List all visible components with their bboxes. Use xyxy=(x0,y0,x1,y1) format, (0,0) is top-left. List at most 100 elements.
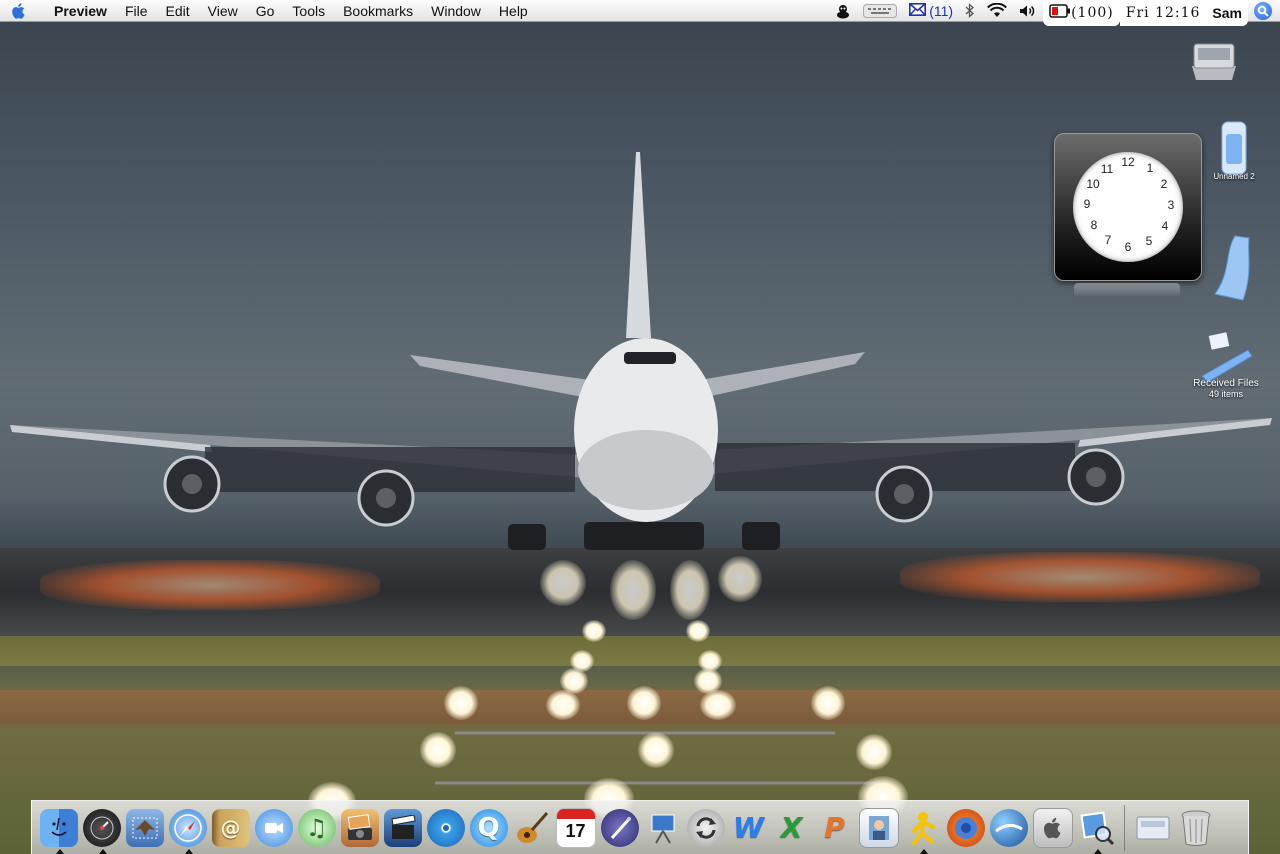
dock-google-earth-icon[interactable] xyxy=(989,808,1028,847)
mail-unread-count: (11) xyxy=(929,2,954,19)
runway-light xyxy=(718,556,762,602)
runway-light xyxy=(811,686,845,720)
menu-extras: (11) (100) Fri 12:16 Sam xyxy=(829,0,1280,26)
running-indicator xyxy=(55,848,64,854)
dock-quicktime-icon[interactable]: Q xyxy=(469,808,508,847)
menu-window[interactable]: Window xyxy=(422,0,490,22)
dock-preview-icon[interactable] xyxy=(1078,809,1116,854)
menu-go[interactable]: Go xyxy=(247,0,284,22)
dock-itunes-icon[interactable]: ♫ xyxy=(297,808,336,847)
dock-finder-icon[interactable] xyxy=(39,808,78,854)
menu-tools[interactable]: Tools xyxy=(283,0,334,22)
dock-address-book-icon[interactable]: @ xyxy=(211,808,250,847)
clock-number: 5 xyxy=(1145,234,1153,248)
ical-date-badge: 17 xyxy=(565,820,586,841)
dock-photo-booth-icon[interactable] xyxy=(858,807,899,848)
battery-icon xyxy=(1049,4,1071,21)
drive-icon xyxy=(1221,121,1247,175)
dock-ichat-icon[interactable] xyxy=(254,808,293,847)
dock: @ ♫ Q 17 W X P xyxy=(31,800,1249,854)
dock-garageband-icon[interactable] xyxy=(513,809,551,847)
menu-file[interactable]: File xyxy=(116,0,157,22)
dock-firefox-icon[interactable] xyxy=(946,808,985,847)
menu-help[interactable]: Help xyxy=(490,0,537,22)
dock-word-icon[interactable]: W xyxy=(730,809,768,847)
menu-edit[interactable]: Edit xyxy=(157,0,199,22)
bluetooth-icon[interactable] xyxy=(959,0,981,22)
clock-number: 1 xyxy=(1146,161,1154,175)
battery-status[interactable]: (100) xyxy=(1043,0,1120,26)
runway-light xyxy=(540,560,586,606)
running-indicator xyxy=(98,848,107,854)
dock-keynote-icon[interactable] xyxy=(644,809,682,847)
dock-mail-icon[interactable] xyxy=(125,808,164,847)
clock-number: 8 xyxy=(1090,218,1098,232)
dock-iweb-icon[interactable] xyxy=(600,808,639,847)
clock-number: 3 xyxy=(1167,198,1175,212)
desktop-icon-received-files[interactable]: Received Files 49 items xyxy=(1176,332,1276,399)
spotlight-search-icon[interactable] xyxy=(1254,1,1272,20)
menu-bar: Preview File Edit View Go Tools Bookmark… xyxy=(0,0,1280,26)
wallpaper-airplane xyxy=(10,152,1272,785)
mail-envelope-icon xyxy=(909,2,927,19)
running-indicator xyxy=(919,848,928,854)
volume-icon[interactable] xyxy=(1013,0,1043,22)
desktop-icon-label: Received Files xyxy=(1193,378,1259,389)
clock-widget-reflection xyxy=(1074,283,1180,297)
adium-duck-icon[interactable] xyxy=(829,0,857,22)
runway-light xyxy=(444,686,478,720)
apple-menu-icon[interactable] xyxy=(0,0,38,22)
runway-light xyxy=(638,732,674,768)
running-indicator xyxy=(184,848,193,854)
runway-light xyxy=(420,732,456,768)
desktop-icon-sublabel: 49 items xyxy=(1208,389,1243,399)
runway-light xyxy=(582,620,606,642)
dock-powerpoint-icon[interactable]: P xyxy=(816,809,854,847)
dock-dashboard-icon[interactable] xyxy=(82,808,121,854)
runway-light xyxy=(560,668,588,694)
hard-drive-icon xyxy=(1192,43,1236,80)
clock-number: 11 xyxy=(1100,162,1114,176)
runway-light xyxy=(900,552,1260,602)
menu-view[interactable]: View xyxy=(199,0,247,22)
battery-percent: (100) xyxy=(1071,4,1114,21)
runway-light xyxy=(546,690,580,720)
dock-ical-icon[interactable]: 17 xyxy=(555,807,596,848)
menu-clock[interactable]: Fri 12:16 xyxy=(1119,0,1207,26)
dock-trash-icon[interactable] xyxy=(1177,809,1215,847)
runway-light xyxy=(670,560,710,620)
menu-bookmarks[interactable]: Bookmarks xyxy=(334,0,422,22)
running-indicator xyxy=(1093,848,1102,854)
clock-face: 12 1 2 3 4 5 6 7 8 9 10 11 xyxy=(1073,152,1183,262)
folder-icon xyxy=(1201,332,1253,383)
clock-number: 2 xyxy=(1160,177,1168,191)
dock-safari-icon[interactable] xyxy=(168,808,207,854)
runway-light xyxy=(698,650,722,672)
dock-idvd-icon[interactable] xyxy=(426,808,465,847)
user-name[interactable]: Sam xyxy=(1206,0,1248,26)
desktop-icon-label: Unnamed 2 xyxy=(1213,172,1255,181)
dock-documents-stack-icon[interactable] xyxy=(1134,809,1172,847)
wifi-icon[interactable] xyxy=(981,0,1013,22)
dock-imovie-icon[interactable] xyxy=(383,808,422,847)
desktop-icon-hard-drive[interactable] xyxy=(1184,36,1244,84)
keyboard-menu-icon[interactable] xyxy=(857,0,903,22)
dock-isync-icon[interactable] xyxy=(686,808,725,847)
clock-number: 12 xyxy=(1121,155,1135,169)
desktop-icon-drive-2[interactable]: Unnamed 2 xyxy=(1206,118,1262,181)
folder-icon xyxy=(1214,235,1250,301)
runway-light xyxy=(856,734,892,770)
dock-separator xyxy=(1124,804,1125,851)
dock-iphoto-icon[interactable] xyxy=(340,808,379,847)
runway-light xyxy=(627,686,661,720)
clock-widget[interactable]: 12 1 2 3 4 5 6 7 8 9 10 11 xyxy=(1054,133,1202,281)
runway-light xyxy=(610,560,656,620)
clock-number: 4 xyxy=(1161,219,1169,233)
clock-number: 6 xyxy=(1124,240,1132,254)
dock-excel-icon[interactable]: X xyxy=(773,809,811,847)
menu-app-name[interactable]: Preview xyxy=(38,0,116,22)
dock-system-preferences-icon[interactable] xyxy=(1032,807,1073,848)
clock-number: 9 xyxy=(1083,197,1091,211)
dock-aim-icon[interactable] xyxy=(904,809,942,854)
mail-status[interactable]: (11) xyxy=(903,0,959,22)
